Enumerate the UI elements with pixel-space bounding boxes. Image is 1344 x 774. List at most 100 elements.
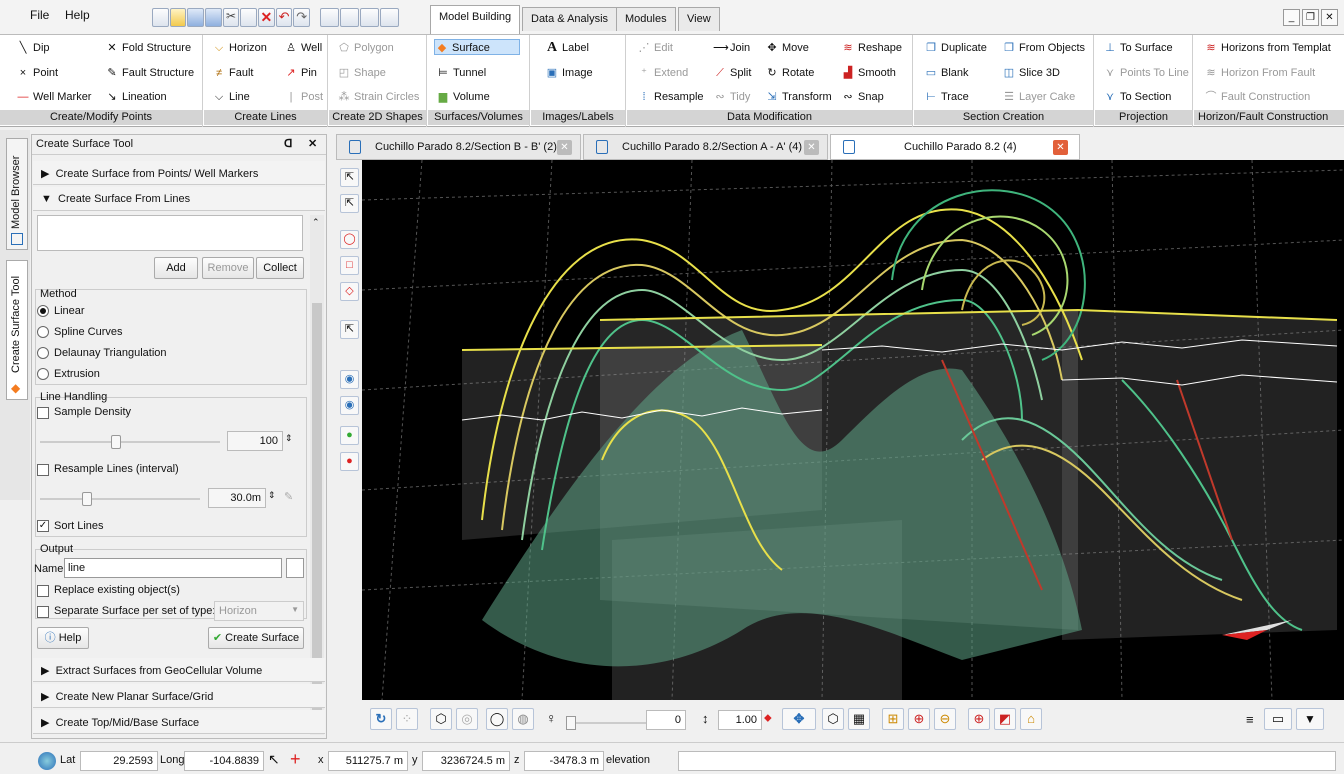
section-points[interactable]: ▶ Create Surface from Points/ Well Marke… [33,161,325,185]
layer-cake-button[interactable]: ☰ Layer Cake [1002,89,1075,105]
resample-field[interactable]: 30.0m [208,488,266,508]
resample-slider[interactable] [40,492,200,506]
palette-icon[interactable]: ◩ [994,708,1016,730]
lineation-button[interactable]: ↘ Lineation [105,89,166,105]
edit-layout-icon[interactable] [380,8,399,27]
collect-button[interactable]: Collect [256,257,304,279]
slider-thumb[interactable] [82,492,92,506]
snap-button[interactable]: ∾ Snap [841,89,883,105]
3d-viewport[interactable] [362,160,1344,700]
tab-data-analysis[interactable]: Data & Analysis [522,7,618,31]
dropdown-icon[interactable]: ▼ [1296,708,1324,730]
center-icon[interactable]: ⊕ [968,708,990,730]
pin-button[interactable]: ↗ Pin [284,65,317,81]
fault-structure-button[interactable]: ✎ Fault Structure [105,65,194,81]
move-button[interactable]: ✥ Move [765,40,809,56]
layout-1-icon[interactable] [320,8,339,27]
tab-model-building[interactable]: Model Building [430,5,521,34]
separate-checkbox[interactable] [37,606,49,618]
rotate-button[interactable]: ↻ Rotate [765,65,814,81]
fold-structure-button[interactable]: ✕ Fold Structure [105,40,191,56]
radio-spline[interactable] [37,326,49,338]
apply-scale-icon[interactable]: ⬥ [764,712,772,725]
undo-icon[interactable]: ↶ [275,8,293,27]
zoom-in-icon[interactable]: ⊕ [908,708,930,730]
transform-button[interactable]: ⇲ Transform [765,89,831,105]
globe-icon[interactable] [38,752,56,770]
polygon-button[interactable]: ⬠ Polygon [337,40,394,56]
replace-checkbox[interactable] [37,585,49,597]
horizon-from-fault-button[interactable]: ≋ Horizon From Fault [1204,65,1315,81]
minimize-icon[interactable]: _ [1283,9,1300,26]
crosshair-icon[interactable]: + [290,749,301,770]
x-field[interactable]: 511275.7 m [328,751,408,771]
shaded-icon[interactable]: ◎ [456,708,478,730]
probe-2-icon[interactable]: ◉ [340,396,359,415]
probe-icon[interactable]: ◉ [340,370,359,389]
lasso-select-icon[interactable]: ◯ [340,230,359,249]
close-tab-icon[interactable]: ✕ [1053,140,1068,155]
smooth-button[interactable]: ▟ Smooth [841,65,896,81]
well-button[interactable]: ♙ Well [284,40,322,56]
tunnel-button[interactable]: ⊨ Tunnel [436,65,486,81]
doc-tab-3d-view[interactable]: Cuchillo Parado 8.2 (4) ✕ [830,134,1080,160]
create-surface-button[interactable]: ✔ Create Surface [208,627,304,649]
menu-file[interactable]: File [30,8,49,22]
section-lines[interactable]: ▼ Create Surface From Lines [33,187,325,211]
fault-button[interactable]: ≠ Fault [212,65,254,81]
spin-icon[interactable]: ⇕ [268,490,276,501]
strain-circles-button[interactable]: ⁂ Strain Circles [337,89,420,105]
window-icon[interactable]: ▭ [1264,708,1292,730]
light-icon[interactable]: ♀ [546,710,557,726]
rectangle-select-icon[interactable]: □ [340,256,359,275]
add-point-icon[interactable]: ● [340,426,359,445]
from-objects-button[interactable]: ❐ From Objects [1002,40,1085,56]
zoom-fit-icon[interactable]: ⊞ [882,708,904,730]
select-icon[interactable]: ⇱ [340,194,359,213]
line-button[interactable]: ⌵ Line [212,89,250,105]
navigate-icon[interactable]: ✥ [782,708,816,730]
tab-model-browser[interactable]: Model Browser [6,138,28,250]
scale-field[interactable]: 1.00 [718,710,762,730]
z-field[interactable]: -3478.3 m [524,751,604,771]
lat-field[interactable]: 29.2593 [80,751,158,771]
duplicate-button[interactable]: ❐ Duplicate [924,40,987,56]
point-button[interactable]: × Point [16,65,58,81]
surface-button[interactable]: ◆ Surface [434,39,520,55]
spin-icon[interactable]: ⇕ [285,433,293,444]
radio-extrusion[interactable] [37,368,49,380]
sample-density-field[interactable]: 100 [227,431,283,451]
tab-create-surface-tool[interactable]: Create Surface Tool ◆ [6,260,28,400]
volume-button[interactable]: ▆ Volume [436,89,490,105]
label-button[interactable]: A Label [545,40,589,56]
lines-list[interactable] [37,215,303,251]
pick-point-icon[interactable]: ⇱ [340,320,359,339]
section-extract[interactable]: ▶ Extract Surfaces from GeoCellular Volu… [33,658,325,682]
slider-thumb[interactable] [111,435,122,449]
y-field[interactable]: 3236724.5 m [422,751,510,771]
solid-icon[interactable]: ◍ [512,708,534,730]
extend-button[interactable]: ⁺ Extend [637,65,688,81]
sample-density-checkbox[interactable] [37,407,49,419]
fault-construction-button[interactable]: ⌒ Fault Construction [1204,89,1311,105]
menu-icon[interactable]: ≡ [1246,712,1254,727]
copy-icon[interactable] [240,8,258,27]
sort-lines-checkbox[interactable]: ✓ [37,520,49,532]
restore-icon[interactable]: ❐ [1302,9,1319,26]
section-top-mid-base[interactable]: ▶ Create Top/Mid/Base Surface [33,710,325,734]
doc-tab-section-b[interactable]: Cuchillo Parado 8.2/Section B - B' (2) ✕ [336,134,581,160]
resample-checkbox[interactable] [37,464,49,476]
long-field[interactable]: -104.8839 [184,751,264,771]
close-tab-icon[interactable]: ✕ [557,140,572,155]
color-swatch[interactable] [286,558,304,578]
doc-tab-section-a[interactable]: Cuchillo Parado 8.2/Section A - A' (4) ✕ [583,134,828,160]
new-icon[interactable] [152,8,169,27]
image-button[interactable]: ▣ Image [545,65,593,81]
slider-thumb[interactable] [566,716,576,730]
perspective-icon[interactable]: ⬡ [822,708,844,730]
pick-location-icon[interactable]: ↖ [268,751,280,768]
close-icon[interactable]: ✕ [1321,9,1338,26]
add-button[interactable]: Add [154,257,198,279]
3d-scene[interactable] [362,160,1344,700]
open-icon[interactable] [169,8,187,27]
